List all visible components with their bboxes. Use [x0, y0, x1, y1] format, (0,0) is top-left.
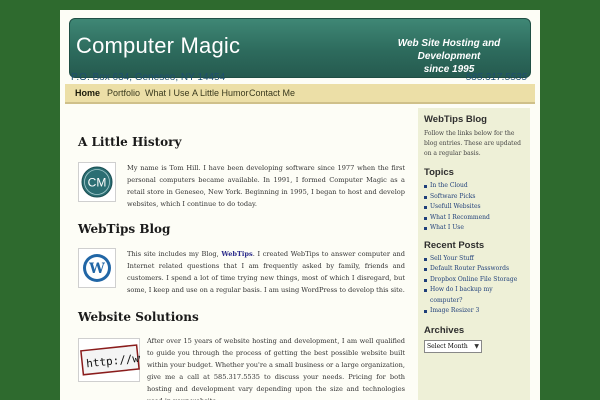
tagline-line-1: Web Site Hosting and Development [397, 38, 501, 62]
topic-item[interactable]: Software Picks [424, 192, 524, 203]
nav-home[interactable]: Home [75, 88, 100, 98]
webtips-link[interactable]: WebTips [221, 250, 252, 258]
postal-address: P.O. Box 634, Geneseo, NY 14454 [71, 72, 226, 83]
wordpress-icon: W [78, 248, 116, 288]
page: Computer Magic Web Site Hosting and Deve… [60, 10, 540, 400]
nav-what-i-use[interactable]: What I Use [145, 88, 190, 98]
sidebar-topics-title: Topics [424, 167, 454, 178]
topic-item[interactable]: Usefull Websites [424, 202, 524, 213]
history-text: My name is Tom Hill. I have been develop… [127, 164, 405, 208]
cm-logo-icon: CM [78, 162, 116, 202]
sidebar-recent-title: Recent Posts [424, 239, 485, 251]
recent-post-item[interactable]: How do I backup my computer? [424, 285, 524, 306]
recent-post-item[interactable]: Dropbox Online File Storage [424, 275, 524, 286]
webtips-text: This site includes my Blog, WebTips. I c… [127, 248, 405, 296]
section-title-history: A Little History [78, 135, 182, 149]
recent-post-item[interactable]: Default Router Passwords [424, 264, 524, 275]
sidebar-archives-title: Archives [424, 324, 465, 336]
cm-logo-text: CM [88, 176, 107, 190]
recent-posts-list: Sell Your Stuff Default Router Passwords… [424, 254, 524, 317]
section-title-solutions: Website Solutions [78, 310, 199, 324]
site-title[interactable]: Computer Magic [76, 33, 240, 59]
solutions-text: After over 15 years of website hosting a… [147, 337, 405, 400]
chevron-down-icon: ▼ [474, 342, 479, 350]
archives-dropdown-value: Select Month [427, 342, 468, 350]
topic-item[interactable]: In the Cloud [424, 181, 524, 192]
topic-item[interactable]: What I Use [424, 223, 524, 234]
phone-number: 585.317.5535 [465, 72, 527, 83]
sidebar-blog-title: WebTips Blog [424, 114, 487, 125]
nav-contact-me[interactable]: Contact Me [249, 88, 295, 98]
webtips-text-start: This site includes my Blog, [127, 250, 222, 258]
browser-url-icon: http://ww [78, 338, 147, 382]
recent-post-item[interactable]: Image Resizer 3 [424, 306, 524, 317]
topic-item[interactable]: What I Recommend [424, 213, 524, 224]
main-content: A Little History CM My name is Tom Hill.… [75, 120, 405, 400]
section-title-webtips: WebTips Blog [78, 222, 171, 236]
topics-list: In the Cloud Software Picks Usefull Webs… [424, 181, 524, 234]
archives-dropdown[interactable]: Select Month ▼ [424, 339, 482, 353]
nav-portfolio[interactable]: Portfolio [107, 88, 140, 98]
site-tagline: Web Site Hosting and Development since 1… [374, 37, 524, 76]
header-banner[interactable]: Computer Magic Web Site Hosting and Deve… [69, 18, 531, 78]
sidebar: WebTips Blog Follow the links below for … [418, 108, 530, 400]
nav-a-little-humor[interactable]: A Little Humor [192, 88, 249, 98]
sidebar-blog-text: Follow the links below for the blog entr… [424, 130, 521, 157]
wordpress-icon-text: W [88, 261, 105, 277]
recent-post-item[interactable]: Sell Your Stuff [424, 254, 524, 265]
